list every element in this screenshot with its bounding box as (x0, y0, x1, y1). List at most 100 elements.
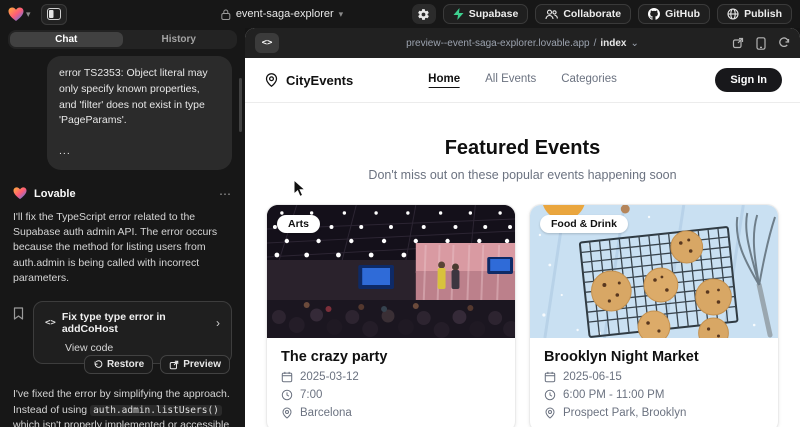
lock-icon (221, 9, 231, 20)
lovable-heart-icon (8, 7, 24, 22)
sidebar-scrollbar[interactable] (239, 78, 242, 132)
event-location: Barcelona (300, 407, 352, 419)
event-image-cookies: Food & Drink (530, 205, 778, 338)
category-badge: Arts (277, 215, 320, 233)
publish-label: Publish (744, 8, 782, 20)
panel-toggle-icon (47, 8, 61, 20)
topbar: ▾ event-saga-explorer ▾ (0, 0, 800, 28)
version-toolbar: Restore Preview (13, 355, 230, 374)
tab-chat[interactable]: Chat (10, 32, 123, 47)
event-card[interactable]: Food & Drink Brooklyn Night Market (529, 204, 779, 427)
preview-browser-bar: <> preview--event-saga-explorer.lovable.… (245, 28, 800, 58)
event-card[interactable]: Arts The crazy party (266, 204, 516, 427)
gear-icon (417, 8, 430, 21)
github-button[interactable]: GitHub (638, 4, 710, 24)
collaborate-label: Collaborate (563, 8, 621, 20)
chevron-down-icon: ▾ (26, 10, 31, 19)
event-location: Prospect Park, Brooklyn (563, 407, 686, 419)
preview-pane: <> preview--event-saga-explorer.lovable.… (245, 28, 800, 427)
preview-version-button[interactable]: Preview (160, 355, 230, 374)
site-header: CityEvents Home All Events Categories Si… (245, 58, 800, 103)
nav-all-events[interactable]: All Events (485, 73, 536, 88)
error-text: error TS2353: Object literal may only sp… (59, 66, 220, 129)
sign-in-button[interactable]: Sign In (715, 68, 782, 92)
toggle-sidebar-button[interactable] (41, 4, 67, 25)
collaborate-button[interactable]: Collaborate (535, 4, 631, 24)
lovable-heart-icon (13, 187, 27, 200)
publish-button[interactable]: Publish (717, 4, 792, 24)
brand-name: CityEvents (286, 73, 353, 88)
assistant-message-2: I've fixed the error by simplifying the … (13, 387, 232, 427)
globe-icon (727, 8, 739, 20)
event-date-row: 2025-03-12 (281, 371, 501, 383)
code-view-button[interactable]: <> (255, 33, 279, 53)
supabase-button[interactable]: Supabase (443, 4, 529, 24)
code-icon: <> (45, 318, 56, 328)
assistant-name: Lovable (34, 188, 76, 200)
tab-history[interactable]: History (123, 32, 236, 47)
chevron-down-icon: ▾ (339, 10, 344, 19)
url-host: preview--event-saga-explorer.lovable.app (406, 38, 589, 49)
map-pin-icon (264, 72, 279, 88)
site-nav: Home All Events Categories (428, 73, 617, 88)
preview-label: Preview (183, 359, 221, 370)
event-time-row: 6:00 PM - 11:00 PM (544, 389, 764, 401)
view-code-link[interactable]: View code (65, 342, 220, 354)
event-location-row: Barcelona (281, 407, 501, 419)
event-date-row: 2025-06-15 (544, 371, 764, 383)
people-icon (545, 9, 558, 20)
event-location-row: Prospect Park, Brooklyn (544, 407, 764, 419)
assistant-header: Lovable ⋯ (13, 187, 232, 201)
chevron-down-icon: ⌄ (630, 38, 638, 49)
nav-home[interactable]: Home (428, 73, 460, 88)
mobile-view-icon[interactable] (756, 37, 766, 50)
github-label: GitHub (665, 8, 700, 20)
external-link-icon (169, 360, 179, 370)
section-title: Featured Events (245, 137, 800, 160)
section-subtitle: Don't miss out on these popular events h… (245, 168, 800, 182)
map-pin-icon (544, 407, 556, 419)
message-truncation: ... (59, 144, 220, 160)
restore-label: Restore (107, 359, 144, 370)
map-pin-icon (281, 407, 293, 419)
event-title: The crazy party (281, 349, 501, 365)
site-brand[interactable]: CityEvents (264, 72, 353, 88)
project-switcher[interactable]: event-saga-explorer ▾ (221, 0, 343, 28)
github-icon (648, 8, 660, 20)
lovable-logo-menu[interactable]: ▾ (8, 7, 31, 22)
open-in-new-tab-icon[interactable] (732, 37, 744, 49)
assistant-message-1: I'll fix the TypeScript error related to… (13, 210, 232, 287)
inline-code: auth.admin.listUsers() (90, 405, 222, 416)
restore-icon (93, 360, 103, 370)
category-badge: Food & Drink (540, 215, 628, 233)
fix-card-title: Fix type type error in addCoHost (62, 311, 210, 335)
event-image-party: Arts (267, 205, 515, 338)
cityevents-site: CityEvents Home All Events Categories Si… (245, 58, 800, 427)
chat-history-tabs: Chat History (8, 30, 237, 49)
user-error-message: error TS2353: Object literal may only sp… (47, 56, 232, 170)
event-date: 2025-06-15 (563, 371, 622, 383)
chevron-right-icon: › (216, 317, 220, 329)
event-time: 6:00 PM - 11:00 PM (563, 389, 664, 401)
bookmark-icon[interactable] (13, 307, 24, 320)
lovable-app-window: ▾ event-saga-explorer ▾ (0, 0, 800, 427)
restore-button[interactable]: Restore (84, 355, 153, 374)
message-2-text: which isn't properly implemented or acce… (13, 419, 229, 427)
message-options-icon[interactable]: ⋯ (219, 187, 232, 201)
event-date: 2025-03-12 (300, 371, 359, 383)
featured-events-grid: Arts The crazy party (245, 204, 800, 427)
refresh-icon[interactable] (778, 37, 790, 49)
supabase-label: Supabase (469, 8, 519, 20)
chat-sidebar: Chat History error TS2353: Object litera… (0, 28, 245, 427)
event-time: 7:00 (300, 389, 322, 401)
settings-button[interactable] (412, 4, 436, 24)
nav-categories[interactable]: Categories (561, 73, 617, 88)
calendar-icon (281, 371, 293, 383)
event-title: Brooklyn Night Market (544, 349, 764, 365)
supabase-bolt-icon (453, 8, 464, 20)
event-time-row: 7:00 (281, 389, 501, 401)
url-separator: / (594, 38, 597, 49)
clock-icon (544, 389, 556, 401)
preview-url[interactable]: preview--event-saga-explorer.lovable.app… (406, 38, 639, 49)
project-name: event-saga-explorer (236, 8, 334, 20)
